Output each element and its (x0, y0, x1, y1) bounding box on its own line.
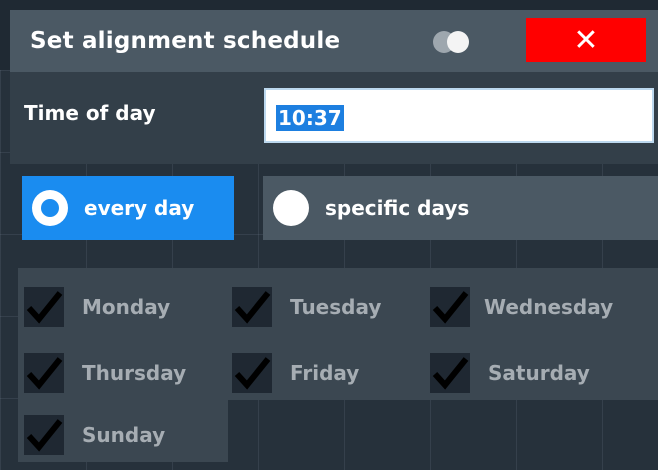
checkmark-icon (232, 287, 272, 327)
day-checkbox-wednesday[interactable]: Wednesday (430, 282, 613, 332)
day-checkbox-friday[interactable]: Friday (232, 348, 359, 398)
toggle-switch-icon[interactable] (433, 31, 473, 53)
day-checkbox-monday[interactable]: Monday (24, 282, 170, 332)
alignment-schedule-dialog: Set alignment schedule ✕ Time of day 10:… (10, 10, 658, 470)
day-checkbox-thursday[interactable]: Thursday (24, 348, 186, 398)
checkmark-icon (430, 353, 470, 393)
checkmark-icon (24, 287, 64, 327)
checkmark-icon (430, 287, 470, 327)
day-checkbox-saturday[interactable]: Saturday (430, 348, 590, 398)
radio-every-day-label: every day (84, 196, 195, 220)
day-label-saturday: Saturday (488, 361, 590, 385)
close-icon: ✕ (573, 22, 599, 58)
day-checkbox-tuesday[interactable]: Tuesday (232, 282, 381, 332)
day-label-wednesday: Wednesday (484, 295, 614, 319)
day-label-monday: Monday (82, 295, 171, 319)
checkmark-icon (24, 415, 64, 455)
radio-specific-days-label: specific days (325, 196, 470, 220)
checkmark-icon (24, 353, 64, 393)
radio-unselected-icon (273, 190, 309, 226)
checkmark-icon (232, 353, 272, 393)
day-label-sunday: Sunday (82, 423, 166, 447)
radio-selected-icon (32, 190, 68, 226)
day-checkbox-sunday[interactable]: Sunday (24, 410, 165, 460)
radio-specific-days[interactable]: specific days (263, 176, 658, 240)
time-of-day-row: Time of day 10:37 (10, 72, 658, 164)
day-label-friday: Friday (290, 361, 360, 385)
day-label-thursday: Thursday (82, 361, 187, 385)
day-label-tuesday: Tuesday (290, 295, 382, 319)
dialog-title: Set alignment schedule (30, 28, 341, 54)
time-of-day-label: Time of day (24, 101, 156, 125)
dialog-title-bar: Set alignment schedule ✕ (10, 10, 658, 72)
time-of-day-value: 10:37 (276, 105, 344, 131)
radio-every-day[interactable]: every day (22, 176, 234, 240)
close-button[interactable]: ✕ (526, 18, 646, 62)
